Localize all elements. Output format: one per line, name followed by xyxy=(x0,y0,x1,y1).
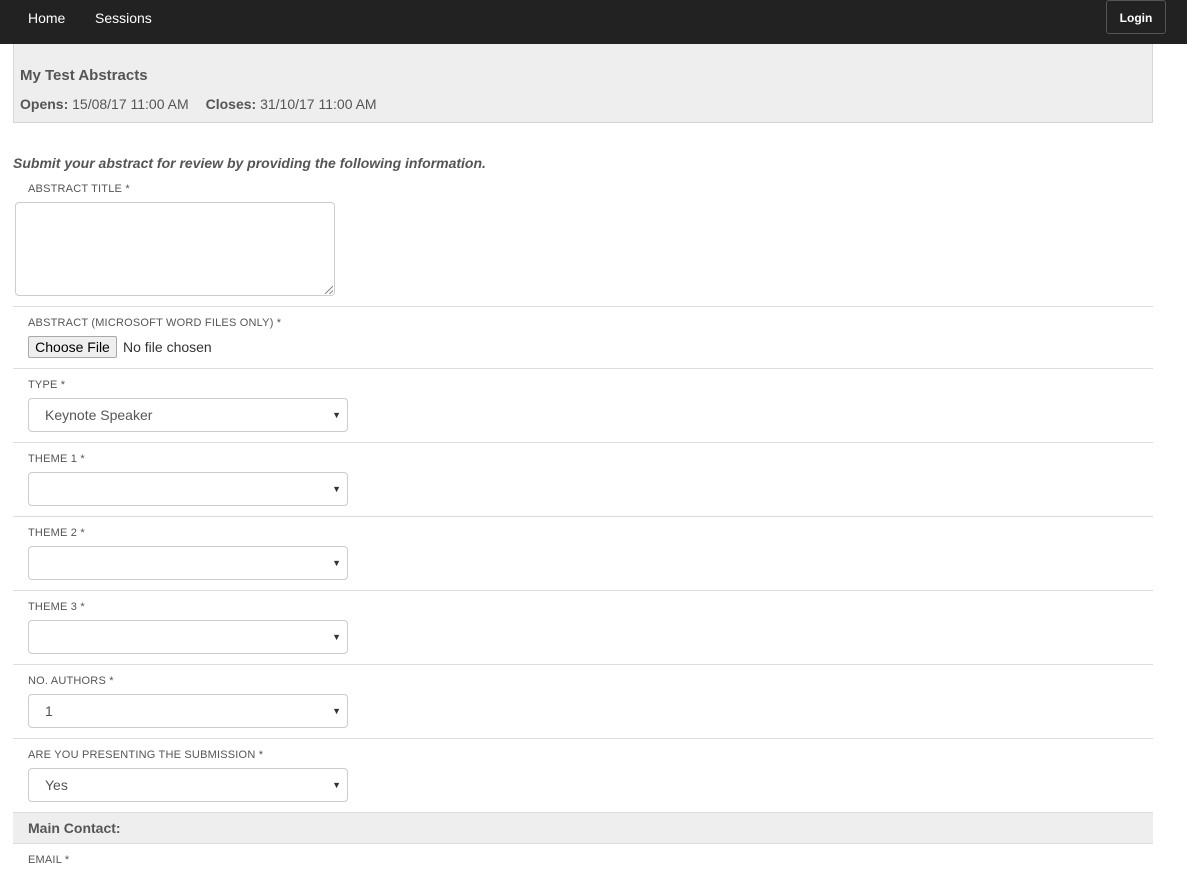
presenting-selected-value: Yes xyxy=(45,777,68,793)
theme2-field: THEME 2 * ▼ xyxy=(13,517,1153,591)
closes-label: Closes: xyxy=(205,96,257,112)
authors-field: NO. AUTHORS * 1 ▼ xyxy=(13,665,1153,739)
resize-grip-icon[interactable] xyxy=(325,286,333,294)
theme3-select[interactable]: ▼ xyxy=(28,620,348,654)
theme2-select[interactable]: ▼ xyxy=(28,546,348,580)
presenting-label: ARE YOU PRESENTING THE SUBMISSION * xyxy=(28,749,264,761)
caret-down-icon: ▼ xyxy=(332,410,341,420)
opens-value: 15/08/17 11:00 AM xyxy=(72,96,189,112)
page-title: My Test Abstracts xyxy=(20,67,148,84)
abstract-file-field: ABSTRACT (MICROSOFT WORD FILES ONLY) * C… xyxy=(13,307,1153,369)
nav-home-link[interactable]: Home xyxy=(28,0,65,36)
caret-down-icon: ▼ xyxy=(332,706,341,716)
presenting-select[interactable]: Yes ▼ xyxy=(28,768,348,802)
top-navbar: Home Sessions Login xyxy=(0,0,1187,44)
authors-label: NO. AUTHORS * xyxy=(28,675,114,687)
form-intro-text: Submit your abstract for review by provi… xyxy=(13,155,486,171)
type-select[interactable]: Keynote Speaker ▼ xyxy=(28,398,348,432)
abstract-file-label: ABSTRACT (MICROSOFT WORD FILES ONLY) * xyxy=(28,317,282,329)
theme1-field: THEME 1 * ▼ xyxy=(13,443,1153,517)
main-contact-section: Main Contact: xyxy=(13,812,1153,844)
theme2-label: THEME 2 * xyxy=(28,527,85,539)
caret-down-icon: ▼ xyxy=(332,484,341,494)
opens-label: Opens: xyxy=(20,96,69,112)
type-selected-value: Keynote Speaker xyxy=(45,407,153,423)
nav-sessions-link[interactable]: Sessions xyxy=(95,0,152,36)
theme3-label: THEME 3 * xyxy=(28,601,85,613)
login-button[interactable]: Login xyxy=(1106,0,1166,34)
email-field: EMAIL * xyxy=(13,844,1153,873)
caret-down-icon: ▼ xyxy=(332,780,341,790)
caret-down-icon: ▼ xyxy=(332,632,341,642)
authors-selected-value: 1 xyxy=(45,703,53,719)
theme1-label: THEME 1 * xyxy=(28,453,85,465)
type-field: TYPE * Keynote Speaker ▼ xyxy=(13,369,1153,443)
authors-select[interactable]: 1 ▼ xyxy=(28,694,348,728)
submission-dates: Opens: 15/08/17 11:00 AM Closes: 31/10/17… xyxy=(20,96,377,112)
main-contact-title: Main Contact: xyxy=(28,820,121,836)
file-status-text: No file chosen xyxy=(123,339,212,355)
caret-down-icon: ▼ xyxy=(332,558,341,568)
email-label: EMAIL * xyxy=(28,854,70,866)
theme3-field: THEME 3 * ▼ xyxy=(13,591,1153,665)
presenting-field: ARE YOU PRESENTING THE SUBMISSION * Yes … xyxy=(13,739,1153,813)
abstracts-header-panel: My Test Abstracts Opens: 15/08/17 11:00 … xyxy=(13,44,1153,123)
abstract-title-textarea[interactable] xyxy=(15,202,335,296)
type-label: TYPE * xyxy=(28,379,66,391)
abstract-title-label: ABSTRACT TITLE * xyxy=(28,183,130,195)
closes-value: 31/10/17 11:00 AM xyxy=(260,96,377,112)
theme1-select[interactable]: ▼ xyxy=(28,472,348,506)
choose-file-button[interactable]: Choose File xyxy=(28,336,117,358)
